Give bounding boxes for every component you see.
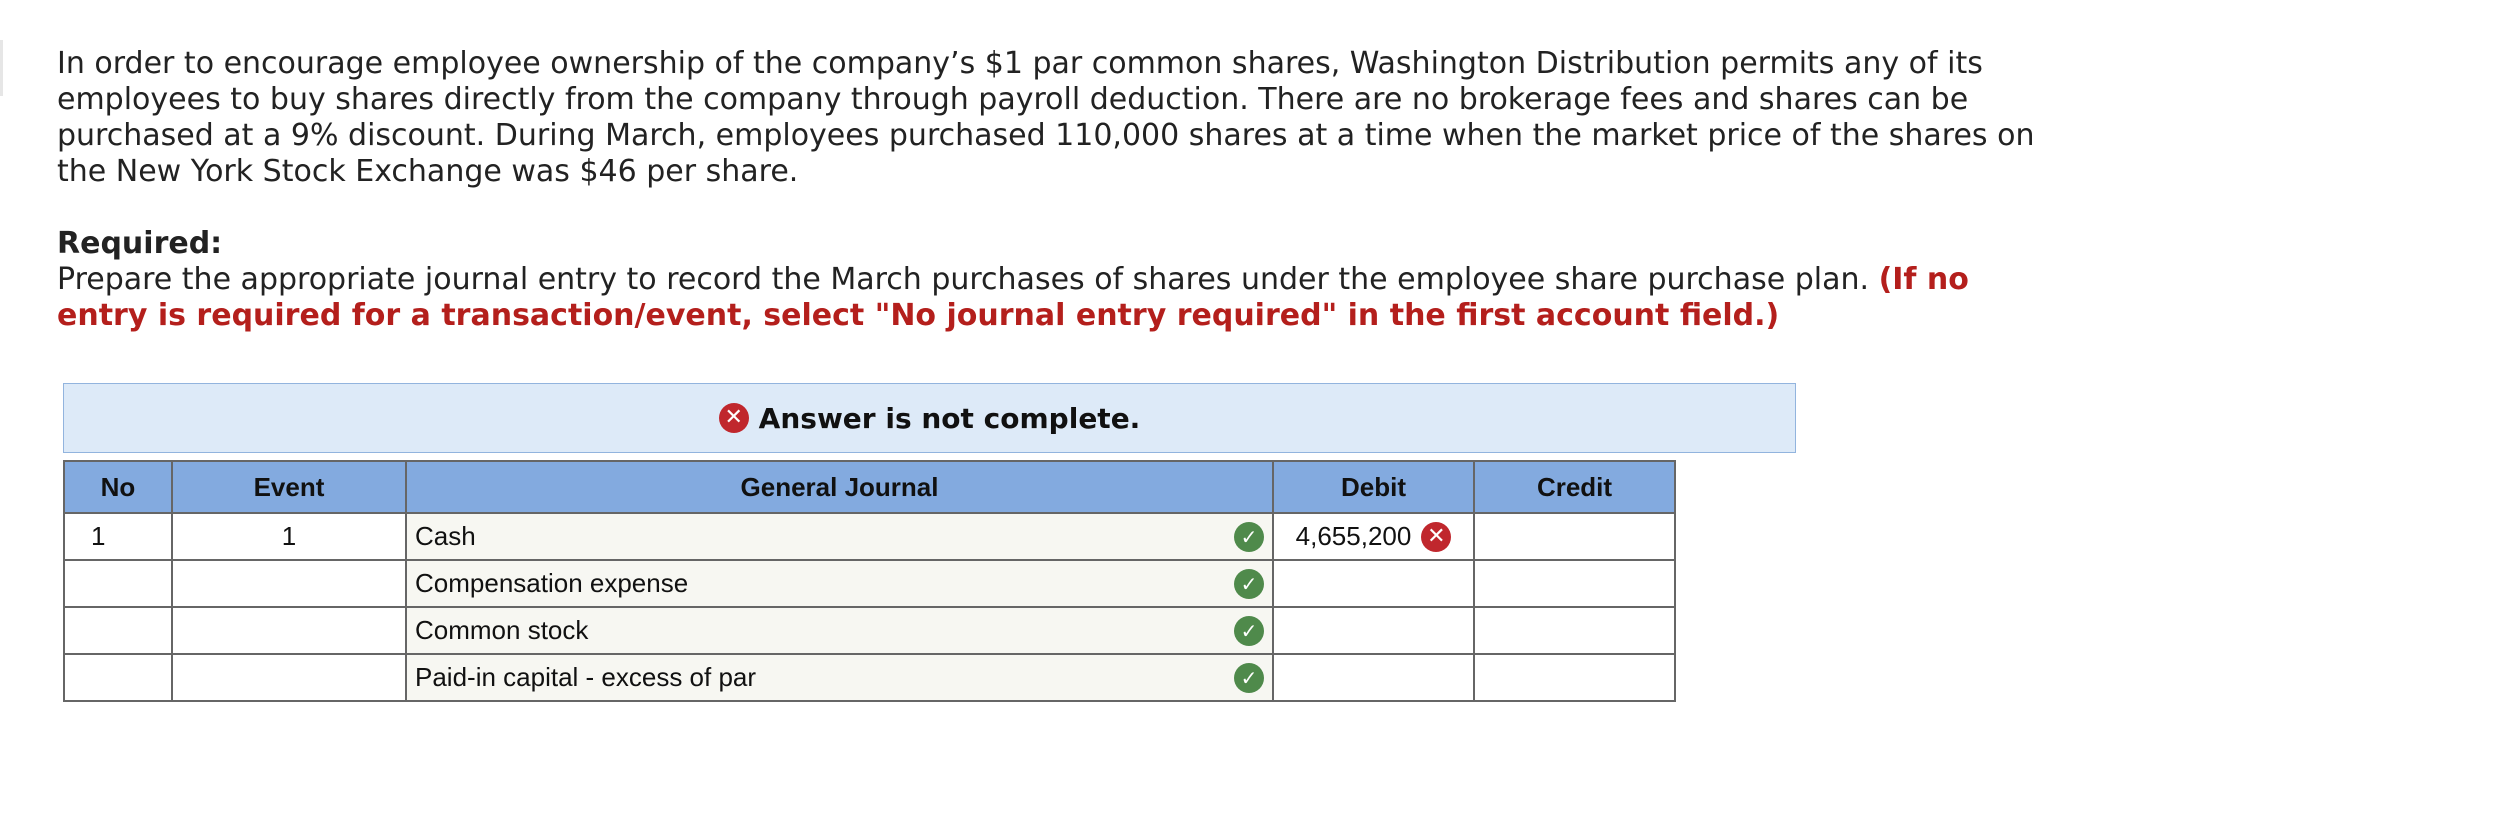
problem-paragraph: In order to encourage employee ownership… [57,46,2035,189]
instruction-line: Prepare the appropriate journal entry to… [57,262,2047,334]
debit-cell[interactable]: 4,655,200 ✕ [1272,512,1475,561]
table-row: Common stock ✓ [63,606,1676,655]
row-no-cell [63,653,173,702]
credit-cell[interactable] [1473,606,1676,655]
row-no-cell [63,559,173,608]
account-cell[interactable]: Common stock ✓ [405,606,1274,655]
table-row: 1 1 Cash ✓ 4,655,200 ✕ [63,512,1676,561]
x-circle-icon: ✕ [718,403,749,433]
row-no-cell: 1 [63,512,173,561]
debit-cell[interactable] [1272,606,1475,655]
row-event-cell [171,559,407,608]
credit-cell[interactable] [1473,512,1676,561]
debit-cell[interactable] [1272,653,1475,702]
header-credit: Credit [1473,460,1676,514]
account-cell[interactable]: Cash ✓ [405,512,1274,561]
account-select-value[interactable]: Compensation expense [415,568,688,599]
header-no: No [63,460,173,514]
row-no-cell [63,606,173,655]
account-cell[interactable]: Paid-in capital - excess of par ✓ [405,653,1274,702]
account-select-value[interactable]: Paid-in capital - excess of par [415,662,756,693]
journal-entry-table: No Event General Journal Debit Credit 1 … [63,460,1676,702]
x-circle-icon: ✕ [1421,521,1452,552]
credit-cell[interactable] [1473,559,1676,608]
header-general-journal: General Journal [405,460,1274,514]
check-circle-icon: ✓ [1234,662,1264,693]
answer-status-message: Answer is not complete. [758,401,1141,435]
row-event-cell [171,606,407,655]
account-select-value[interactable]: Cash [415,521,476,552]
row-event-cell: 1 [171,512,407,561]
table-header-row: No Event General Journal Debit Credit [63,460,1676,514]
left-edge-marker [0,40,3,96]
table-row: Paid-in capital - excess of par ✓ [63,653,1676,702]
account-cell[interactable]: Compensation expense ✓ [405,559,1274,608]
check-circle-icon: ✓ [1234,521,1264,552]
header-event: Event [171,460,407,514]
instruction-text: Prepare the appropriate journal entry to… [57,262,1870,297]
row-event-cell [171,653,407,702]
question-text: In order to encourage employee ownership… [57,46,2047,334]
debit-cell[interactable] [1272,559,1475,608]
account-select-value[interactable]: Common stock [415,615,588,646]
required-label: Required: [57,226,223,261]
header-debit: Debit [1272,460,1475,514]
credit-cell[interactable] [1473,653,1676,702]
check-circle-icon: ✓ [1234,615,1264,646]
answer-status-banner: ✕ Answer is not complete. [63,383,1796,453]
check-circle-icon: ✓ [1234,568,1264,599]
debit-input-value[interactable]: 4,655,200 [1296,521,1412,552]
table-row: Compensation expense ✓ [63,559,1676,608]
